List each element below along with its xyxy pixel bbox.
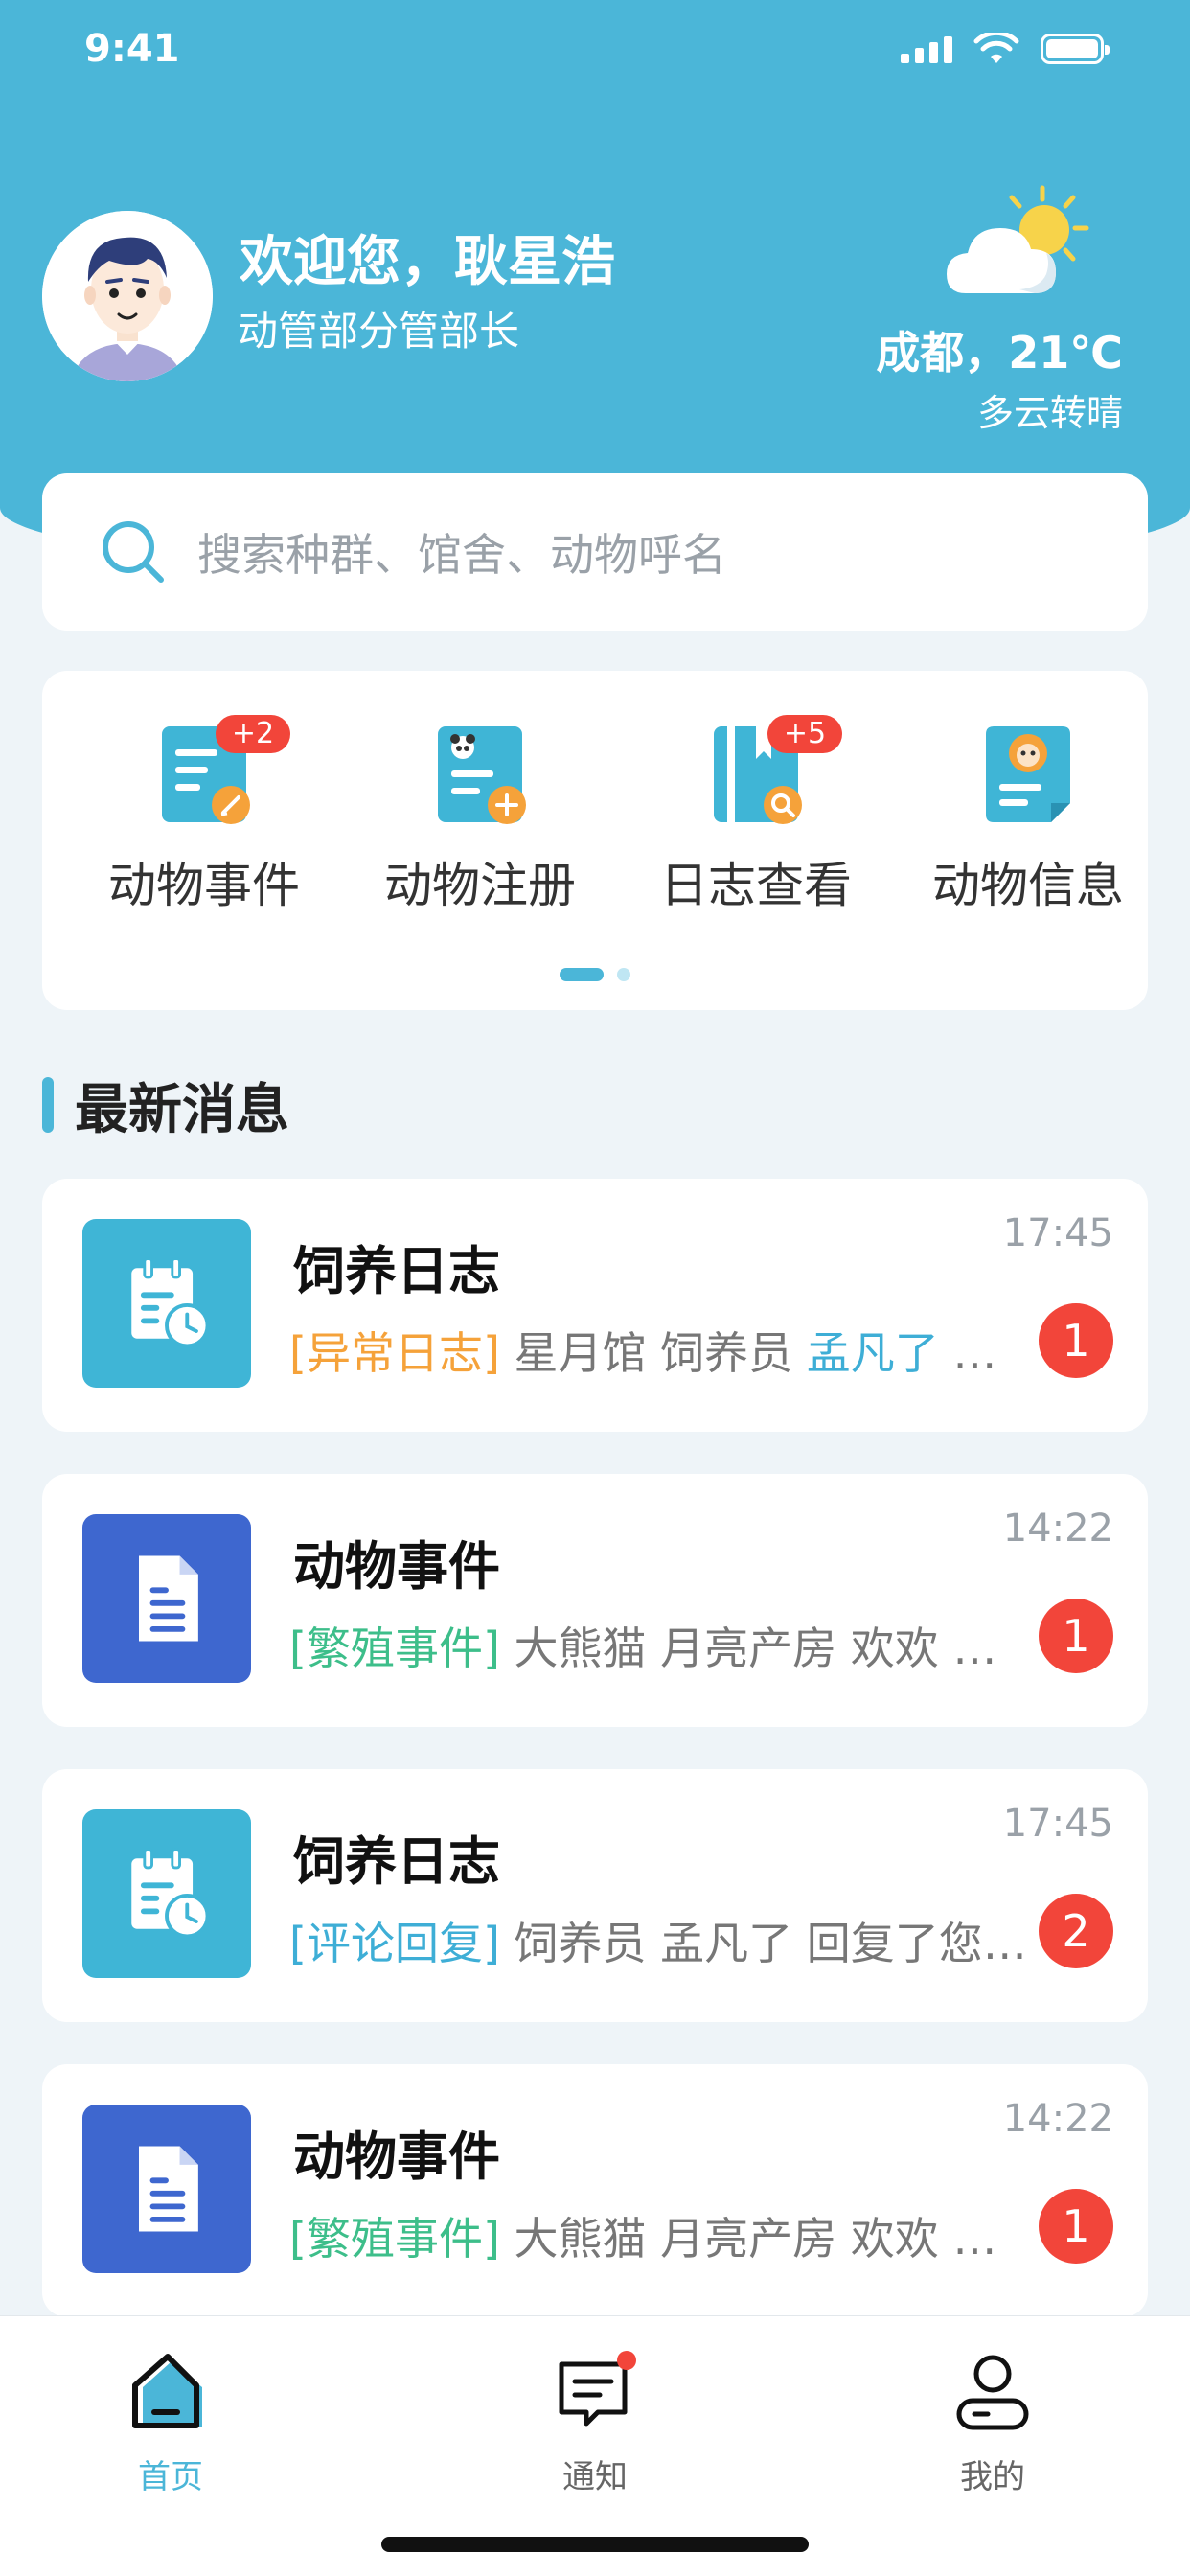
message-text-rest: 提交了异常日志	[952, 1327, 1027, 1379]
message-card[interactable]: 饲养日志 17:45 [评论回复] 饲养员 孟凡了 回复了您的评论 2	[42, 1769, 1148, 2022]
document-icon	[82, 2104, 251, 2273]
tab-label: 首页	[138, 2458, 203, 2496]
animal-info-icon	[986, 726, 1070, 822]
page-dot	[617, 968, 630, 981]
quick-item-label: 动物信息	[932, 858, 1124, 913]
quick-item-badge: +5	[767, 715, 842, 753]
signal-icon	[901, 34, 952, 63]
message-time: 17:45	[1002, 1802, 1113, 1846]
greeting-text: 欢迎您，耿星浩	[240, 231, 615, 293]
message-title: 动物事件	[293, 2127, 500, 2187]
message-card[interactable]: 饲养日志 17:45 [异常日志] 星月馆 饲养员 孟凡了 提交了异常日志 1	[42, 1179, 1148, 1432]
wifi-icon	[973, 33, 1019, 63]
message-tag: [异常日志]	[289, 1327, 500, 1379]
message-text: 大熊猫 月亮产房 欢欢 产下幼崽	[514, 2213, 1027, 2265]
quick-item-label: 动物注册	[384, 858, 576, 913]
status-bar: 9:41	[0, 0, 1190, 105]
message-title: 动物事件	[293, 1536, 500, 1597]
section-title-text: 最新消息	[75, 1078, 289, 1141]
unread-count-badge: 1	[1039, 1303, 1113, 1378]
message-title: 饲养日志	[293, 1241, 500, 1301]
message-preview: [异常日志] 星月馆 饲养员 孟凡了 提交了异常日志	[289, 1319, 1027, 1382]
tab-label: 我的	[960, 2458, 1025, 2496]
home-icon	[132, 2354, 202, 2428]
message-tag: [繁殖事件]	[289, 2213, 500, 2265]
message-card[interactable]: 动物事件 14:22 [繁殖事件] 大熊猫 月亮产房 欢欢 产下幼崽 1	[42, 2064, 1148, 2317]
search-icon	[103, 521, 164, 583]
avatar[interactable]	[42, 211, 213, 381]
user-role: 动管部分管部长	[238, 308, 520, 355]
page-dot-active	[560, 968, 604, 981]
document-icon	[82, 1514, 251, 1683]
tab-profile[interactable]: 我的	[897, 2349, 1088, 2497]
unread-count-badge: 1	[1039, 2189, 1113, 2264]
partly-sunny-icon	[947, 185, 1089, 293]
message-text: 大熊猫 月亮产房 欢欢 产下幼崽	[514, 1622, 1027, 1674]
message-time: 14:22	[1002, 2097, 1113, 2141]
section-title: 最新消息	[42, 1075, 289, 1141]
quick-item-log-view[interactable]: +5 日志查看	[636, 715, 876, 916]
message-title: 饲养日志	[293, 1831, 500, 1892]
quick-item-label: 日志查看	[660, 858, 852, 913]
animal-register-icon	[438, 726, 526, 824]
message-preview: [繁殖事件] 大熊猫 月亮产房 欢欢 产下幼崽	[289, 1614, 1027, 1677]
page-indicator[interactable]	[42, 968, 1148, 981]
search-input[interactable]: 搜索种群、馆舍、动物呼名	[197, 520, 726, 584]
message-tag: [繁殖事件]	[289, 1622, 500, 1674]
status-time: 9:41	[84, 27, 180, 71]
tab-home[interactable]: 首页	[75, 2349, 266, 2497]
weather-description: 多云转晴	[976, 392, 1123, 434]
message-highlight: 孟凡了	[806, 1327, 939, 1379]
battery-icon	[1041, 34, 1110, 64]
tab-label: 通知	[562, 2458, 628, 2496]
message-time: 14:22	[1002, 1506, 1113, 1551]
notification-icon	[559, 2351, 636, 2426]
tab-notification[interactable]: 通知	[499, 2349, 691, 2497]
message-tag: [评论回复]	[289, 1918, 500, 1969]
search-bar[interactable]: 搜索种群、馆舍、动物呼名	[42, 473, 1148, 631]
quick-item-animal-info[interactable]: 动物信息	[908, 721, 1148, 916]
message-preview: [繁殖事件] 大熊猫 月亮产房 欢欢 产下幼崽	[289, 2204, 1027, 2267]
status-icons	[901, 33, 1110, 65]
quick-item-badge: +2	[216, 715, 290, 753]
profile-icon	[956, 2355, 1029, 2430]
quick-item-animal-register[interactable]: 动物注册	[360, 721, 600, 916]
message-preview: [评论回复] 饲养员 孟凡了 回复了您的评论	[289, 1909, 1027, 1972]
message-text: 星月馆 饲养员	[499, 1327, 807, 1379]
feeding-log-icon	[82, 1809, 251, 1978]
section-title-accent	[42, 1077, 54, 1133]
weather-city-temperature: 成都，21℃	[876, 327, 1123, 379]
quick-item-animal-event[interactable]: +2 动物事件	[84, 715, 324, 916]
message-time: 17:45	[1002, 1211, 1113, 1255]
quick-menu: +2 动物事件 动物注册 +5 日志查看 动物信息	[42, 671, 1148, 1010]
feeding-log-icon	[82, 1219, 251, 1388]
quick-item-label: 动物事件	[108, 858, 300, 913]
message-text: 饲养员 孟凡了 回复了您的评论	[514, 1918, 1027, 1969]
home-indicator[interactable]	[381, 2537, 809, 2552]
unread-count-badge: 1	[1039, 1598, 1113, 1673]
unread-count-badge: 2	[1039, 1894, 1113, 1968]
message-card[interactable]: 动物事件 14:22 [繁殖事件] 大熊猫 月亮产房 欢欢 产下幼崽 1	[42, 1474, 1148, 1727]
